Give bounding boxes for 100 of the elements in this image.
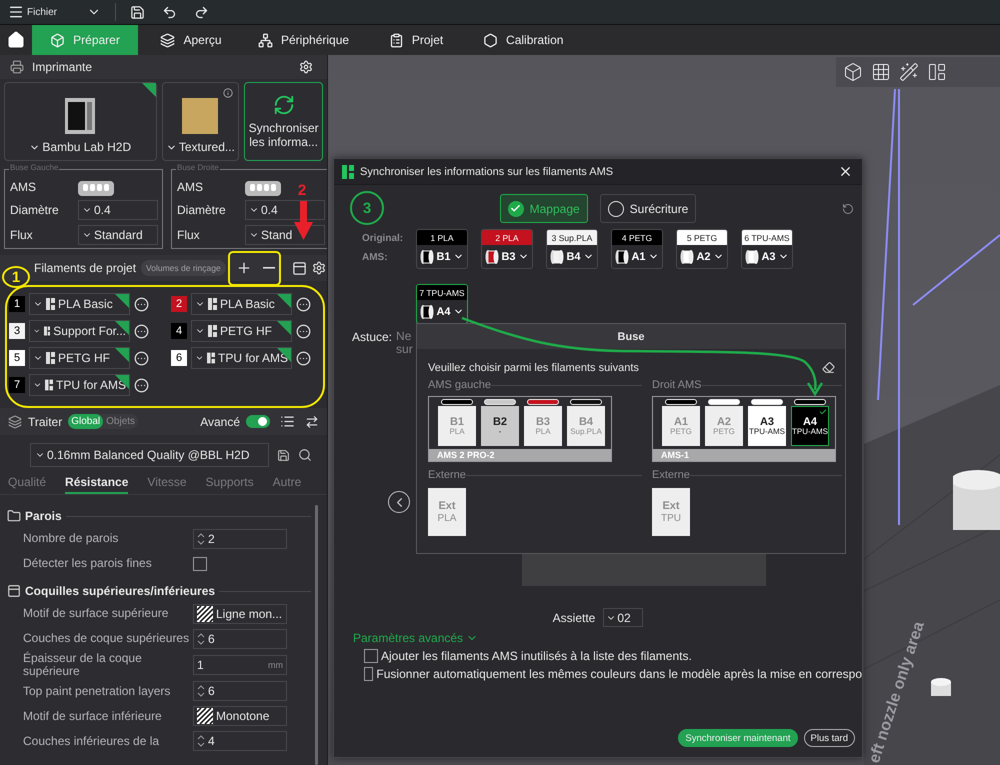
- checkbox[interactable]: [364, 667, 374, 681]
- spool-icon: [485, 248, 500, 264]
- layers-icon: [8, 414, 22, 428]
- advanced-settings-link[interactable]: Paramètres avancés: [353, 631, 478, 645]
- slot-dropdown[interactable]: B1: [417, 245, 467, 268]
- info-icon: [223, 88, 234, 98]
- spool-icon: [680, 248, 694, 264]
- file-menu[interactable]: Fichier: [6, 4, 60, 20]
- later-button[interactable]: Plus tard: [804, 729, 855, 747]
- search-button[interactable]: [298, 448, 312, 462]
- settings-button[interactable]: [312, 261, 326, 275]
- slot-dropdown[interactable]: B3: [482, 245, 532, 268]
- mode-option[interactable]: Mappage: [500, 194, 588, 223]
- scrollbar[interactable]: [315, 505, 318, 765]
- popup-prompt: Veuillez choisir parmi les filaments suivants: [428, 362, 639, 374]
- more-button[interactable]: [134, 378, 149, 392]
- more-button[interactable]: [134, 350, 149, 366]
- toggle-label: Avancé: [200, 414, 240, 428]
- pattern-dropdown[interactable]: Ligne mon...: [193, 604, 287, 624]
- mode-option[interactable]: Surécriture: [600, 194, 696, 223]
- plate-dropdown[interactable]: Textured...: [166, 140, 235, 154]
- cube-icon: [843, 62, 863, 82]
- printer-dropdown[interactable]: Bambu Lab H2D: [29, 140, 132, 154]
- field-label: Flux: [177, 228, 201, 242]
- add-plate-button[interactable]: [870, 61, 892, 83]
- printer-icon: [10, 60, 24, 74]
- sync-button[interactable]: Synchroniser les informa...: [244, 82, 323, 161]
- section-label: Droit AMS: [652, 379, 702, 391]
- setting-label: Motif de surface supérieure: [23, 607, 170, 621]
- folder-icon: [7, 509, 21, 523]
- filament-icon: [46, 352, 55, 364]
- filament-label: 7 TPU-AMS: [417, 285, 467, 300]
- group-title: Coquilles supérieures/inférieures: [25, 584, 216, 598]
- number-field[interactable]: 2: [193, 529, 287, 549]
- slot-dropdown[interactable]: A4: [417, 300, 467, 323]
- flush-volumes-button[interactable]: Volumes de rinçage: [141, 260, 226, 276]
- filament-dropdown[interactable]: PLA Basic: [29, 293, 130, 315]
- slot-dropdown[interactable]: A2: [677, 245, 727, 268]
- preset-dropdown[interactable]: 0.16mm Balanced Quality @BBL H2D: [30, 443, 269, 467]
- slot-dropdown[interactable]: A1: [612, 245, 662, 268]
- ams-slot[interactable]: B2 -: [481, 406, 519, 446]
- filament-dropdown[interactable]: PLA Basic: [191, 293, 292, 315]
- setting-label: Nombre de parois: [23, 532, 120, 546]
- plate-label: Assiette: [552, 610, 596, 624]
- layout-button[interactable]: [926, 61, 948, 83]
- number-field[interactable]: 4: [193, 731, 287, 752]
- corner-check-icon: [142, 83, 156, 97]
- more-button[interactable]: [134, 324, 149, 338]
- section-label: AMS gauche: [428, 379, 491, 391]
- nav-tab[interactable]: Projet: [363, 25, 470, 55]
- checkbox[interactable]: [364, 649, 378, 663]
- nav-tab[interactable]: Calibration: [469, 25, 578, 55]
- ams-slot[interactable]: A4 TPU-AMS: [791, 406, 829, 446]
- more-button[interactable]: [296, 350, 311, 366]
- sync-filament-button[interactable]: [292, 260, 307, 276]
- panel-legend: Buse Droite: [176, 163, 220, 172]
- cube-icon: [50, 32, 66, 48]
- diameter-dropdown[interactable]: 0.4: [245, 200, 325, 220]
- more-button[interactable]: [296, 324, 311, 338]
- nav-tab[interactable]: Périphérique: [244, 25, 364, 55]
- compare-button[interactable]: [305, 414, 319, 428]
- plate-card[interactable]: Textured...: [162, 82, 240, 161]
- more-button[interactable]: [134, 296, 149, 312]
- undo-icon: [162, 4, 177, 20]
- diameter-dropdown[interactable]: 0.4: [78, 200, 158, 220]
- filament-label: 1 PLA: [417, 230, 467, 245]
- plate-dropdown[interactable]: 02: [603, 608, 644, 627]
- hatch-pattern-icon: [197, 708, 213, 724]
- stepper-icon: [197, 684, 205, 698]
- printer-card[interactable]: Bambu Lab H2D: [4, 82, 156, 161]
- search-icon: [298, 448, 312, 462]
- save-button[interactable]: [277, 448, 290, 462]
- filament-number: 6: [171, 350, 187, 366]
- add-button[interactable]: [236, 260, 252, 276]
- ellipsis-icon: [134, 350, 149, 366]
- filament-dropdown[interactable]: Support For...: [29, 320, 130, 342]
- add-cube-button[interactable]: [842, 61, 864, 83]
- checkbox[interactable]: [193, 557, 207, 571]
- slot-dropdown[interactable]: B4: [547, 245, 597, 268]
- filament-dropdown[interactable]: PETG HF: [191, 320, 292, 342]
- wand-icon: [899, 62, 919, 82]
- ams-slot[interactable]: A3 TPU-AMS: [748, 406, 786, 446]
- nav-tab[interactable]: Aperçu: [138, 25, 244, 55]
- more-button[interactable]: [296, 296, 311, 312]
- option-label: Fusionner automatiquement les mêmes couleurs dans le modèle après la mise en correspo: [376, 667, 862, 681]
- auto-orient-button[interactable]: [898, 61, 920, 83]
- flow-dropdown[interactable]: Standard: [78, 225, 158, 246]
- number-field[interactable]: 6: [193, 629, 287, 649]
- undo-icon: [842, 203, 854, 215]
- advanced-switch[interactable]: [246, 415, 270, 428]
- settings-tab[interactable]: Résistance: [65, 471, 128, 494]
- previous-button[interactable]: [388, 491, 410, 513]
- slot-dropdown[interactable]: A3: [742, 245, 792, 268]
- filament-dropdown[interactable]: PETG HF: [29, 347, 130, 369]
- reset-button[interactable]: [842, 203, 854, 215]
- list-button[interactable]: [280, 414, 295, 429]
- flow-dropdown[interactable]: Stand: [245, 225, 325, 246]
- number-field[interactable]: 6: [193, 681, 287, 702]
- number-field[interactable]: 1 mm: [193, 655, 287, 676]
- pattern-dropdown[interactable]: Monotone: [193, 706, 287, 726]
